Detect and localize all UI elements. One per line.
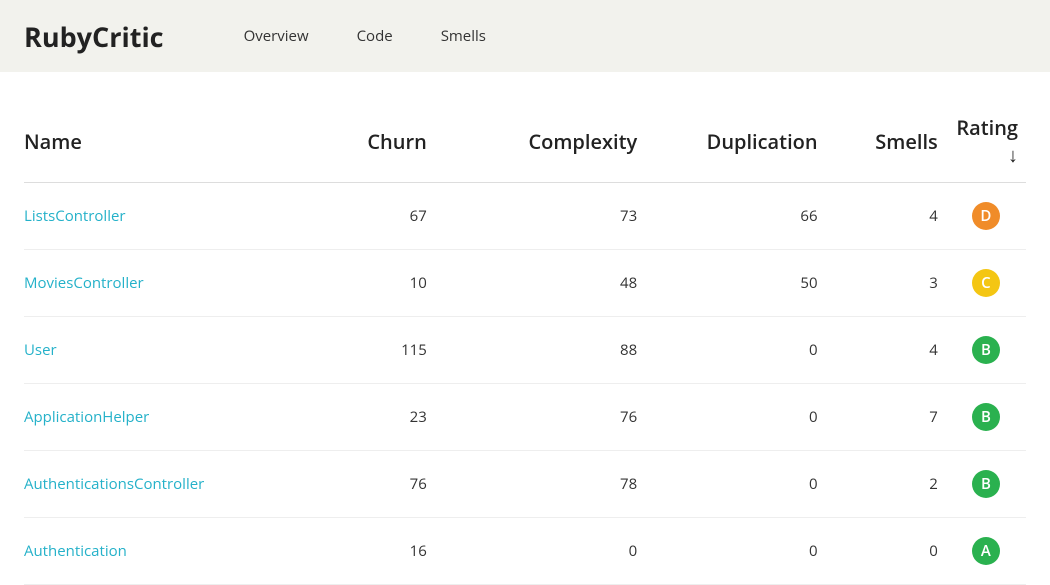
churn-cell: 16	[305, 518, 435, 585]
rating-badge: D	[972, 202, 1000, 230]
column-header-smells[interactable]: Smells	[826, 100, 946, 183]
code-table: Name Churn Complexity Duplication Smells…	[24, 100, 1026, 585]
complexity-cell: 48	[435, 250, 645, 317]
duplication-cell: 0	[645, 384, 825, 451]
rating-header-label: Rating	[956, 114, 1018, 141]
table-row: AuthenticationsController 767802B	[24, 451, 1026, 518]
smells-cell: 7	[826, 384, 946, 451]
duplication-cell: 50	[645, 250, 825, 317]
duplication-cell: 0	[645, 451, 825, 518]
nav-code[interactable]: Code	[357, 26, 393, 46]
rating-badge: C	[972, 269, 1000, 297]
duplication-cell: 0	[645, 317, 825, 384]
logo: RubyCritic	[24, 18, 164, 55]
module-name-link[interactable]: AuthenticationsController	[24, 474, 204, 494]
nav-smells[interactable]: Smells	[441, 26, 486, 46]
churn-cell: 115	[305, 317, 435, 384]
nav-overview[interactable]: Overview	[244, 26, 309, 46]
rating-badge: A	[972, 537, 1000, 565]
complexity-cell: 0	[435, 518, 645, 585]
column-header-rating[interactable]: Rating ↓	[946, 100, 1026, 183]
rating-cell: D	[946, 183, 1026, 250]
header-bar: RubyCritic Overview Code Smells	[0, 0, 1050, 72]
smells-cell: 0	[826, 518, 946, 585]
churn-cell: 10	[305, 250, 435, 317]
smells-cell: 3	[826, 250, 946, 317]
duplication-cell: 66	[645, 183, 825, 250]
table-row: MoviesController 1048503C	[24, 250, 1026, 317]
rating-cell: B	[946, 317, 1026, 384]
column-header-duplication[interactable]: Duplication	[645, 100, 825, 183]
table-row: ApplicationHelper 237607B	[24, 384, 1026, 451]
table-row: User 1158804B	[24, 317, 1026, 384]
smells-cell: 4	[826, 183, 946, 250]
rating-cell: B	[946, 384, 1026, 451]
rating-cell: A	[946, 518, 1026, 585]
module-name-link[interactable]: ApplicationHelper	[24, 407, 149, 427]
column-header-churn[interactable]: Churn	[305, 100, 435, 183]
churn-cell: 23	[305, 384, 435, 451]
smells-cell: 4	[826, 317, 946, 384]
main-nav: Overview Code Smells	[244, 26, 486, 46]
complexity-cell: 76	[435, 384, 645, 451]
rating-cell: C	[946, 250, 1026, 317]
complexity-cell: 73	[435, 183, 645, 250]
rating-badge: B	[972, 403, 1000, 431]
module-name-link[interactable]: Authentication	[24, 541, 127, 561]
complexity-cell: 78	[435, 451, 645, 518]
sort-indicator-icon: ↓	[1008, 141, 1018, 168]
module-name-link[interactable]: ListsController	[24, 206, 126, 226]
content-area: Name Churn Complexity Duplication Smells…	[0, 100, 1050, 585]
complexity-cell: 88	[435, 317, 645, 384]
rating-cell: B	[946, 451, 1026, 518]
column-header-name[interactable]: Name	[24, 100, 305, 183]
rating-badge: B	[972, 336, 1000, 364]
table-row: ListsController 6773664D	[24, 183, 1026, 250]
smells-cell: 2	[826, 451, 946, 518]
table-row: Authentication16000A	[24, 518, 1026, 585]
module-name-link[interactable]: MoviesController	[24, 273, 144, 293]
module-name-link[interactable]: User	[24, 340, 57, 360]
churn-cell: 67	[305, 183, 435, 250]
rating-badge: B	[972, 470, 1000, 498]
churn-cell: 76	[305, 451, 435, 518]
table-header-row: Name Churn Complexity Duplication Smells…	[24, 100, 1026, 183]
duplication-cell: 0	[645, 518, 825, 585]
column-header-complexity[interactable]: Complexity	[435, 100, 645, 183]
